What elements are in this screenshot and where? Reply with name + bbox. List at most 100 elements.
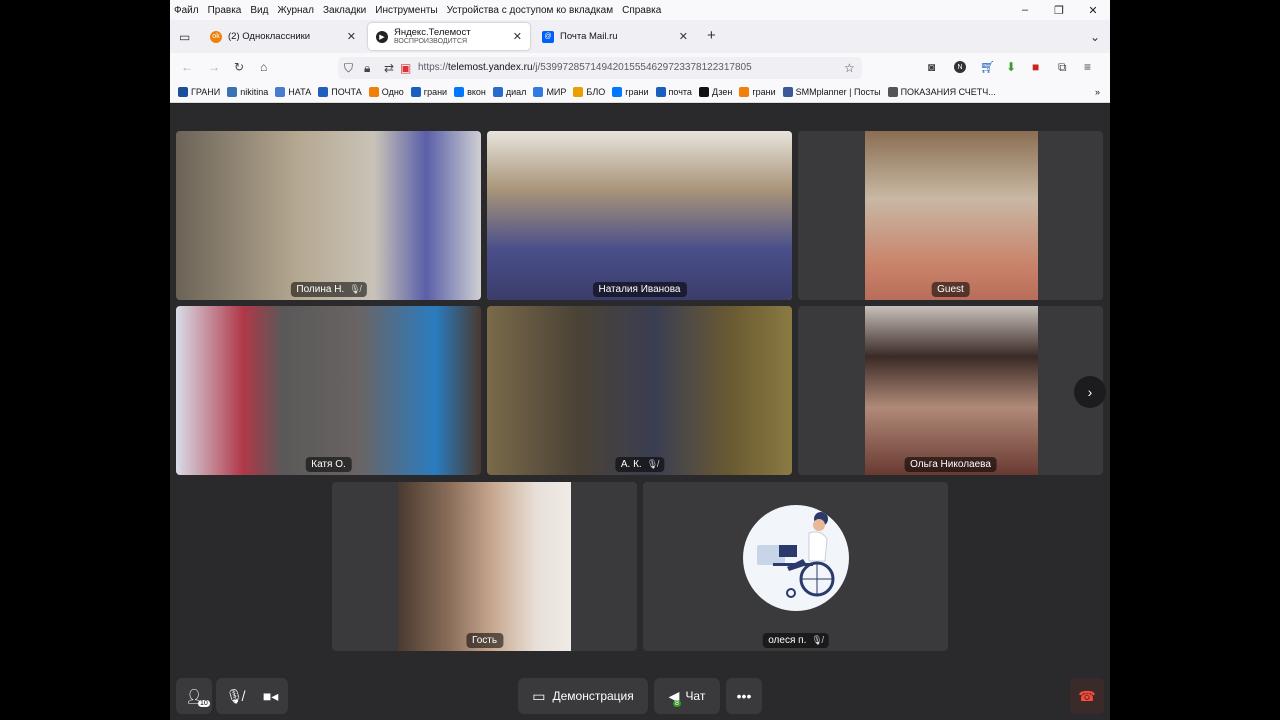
tracking-shield-icon[interactable]: ⛉	[344, 61, 353, 76]
participant-name-chip: Наталия Иванова	[592, 282, 687, 297]
bookmark-favicon-icon	[612, 87, 623, 97]
bookmark-item[interactable]: nikitina	[227, 87, 268, 97]
forward-icon[interactable]: →	[208, 60, 220, 74]
tab-telemost[interactable]: ▶ Яндекс.Телемост ВОСПРОИЗВОДИТСЯ ✕	[368, 23, 530, 50]
url-bar[interactable]: ⛉ 🔒︎ ⇄ ▣ https://telemost.yandex.ru/j/53…	[338, 57, 862, 79]
bookmark-item[interactable]: НАТА	[275, 87, 311, 97]
bookmark-favicon-icon	[739, 87, 750, 97]
bookmark-item[interactable]: ГРАНИ	[178, 87, 220, 97]
extensions-icon[interactable]: ⧉	[1058, 60, 1067, 75]
mic-off-icon: 🎙︎̸	[646, 459, 659, 469]
participant-tile[interactable]: Гость	[332, 482, 637, 651]
screen-share-label: Демонстрация	[552, 689, 634, 703]
bookmark-item[interactable]: диал	[492, 87, 526, 97]
camera-permission-icon[interactable]: ▣	[400, 61, 411, 75]
participant-name-chip: Гость	[465, 633, 504, 648]
bookmark-favicon-icon	[178, 87, 188, 97]
home-icon[interactable]: ⌂	[260, 60, 267, 74]
close-tab-icon[interactable]: ✕	[513, 30, 522, 43]
next-page-button[interactable]: ›	[1074, 376, 1106, 408]
participants-count-badge: 10	[198, 700, 210, 707]
bookmark-label: ПОКАЗАНИЯ СЧЕТЧ...	[900, 87, 996, 97]
bookmark-item[interactable]: ПОКАЗАНИЯ СЧЕТЧ...	[887, 87, 996, 97]
bookmark-item[interactable]: грани	[612, 87, 649, 97]
menu-bookmarks[interactable]: Закладки	[319, 5, 371, 16]
restore-button[interactable]: ❐	[1042, 0, 1076, 20]
bookmark-favicon-icon	[887, 87, 898, 97]
back-icon[interactable]: ←	[181, 60, 193, 74]
chat-label: Чат	[685, 689, 706, 703]
menu-view[interactable]: Вид	[246, 5, 273, 16]
participant-tile[interactable]: А. К. 🎙︎̸	[487, 306, 792, 475]
list-tabs-icon[interactable]: ⌄	[1090, 30, 1100, 44]
download-helper-icon[interactable]: ⬇	[1006, 60, 1016, 74]
participant-tile[interactable]: олеся п. 🎙︎̸	[643, 482, 948, 651]
extension-n-icon[interactable]: N	[954, 61, 966, 73]
bookmark-favicon-icon	[318, 87, 329, 97]
bookmark-item[interactable]: SMMplanner | Посты	[782, 87, 881, 97]
mail-icon: @	[542, 30, 554, 43]
bookmark-star-icon[interactable]: ☆	[844, 61, 855, 75]
chat-button[interactable]: ◀ 8 Чат	[654, 678, 720, 714]
bookmark-item[interactable]: почта	[655, 87, 692, 97]
menu-hamburger-icon[interactable]: ≡	[1084, 60, 1091, 74]
participant-tile-speaking[interactable]: Наталия Иванова	[487, 131, 792, 300]
menu-tools[interactable]: Инструменты	[371, 5, 442, 16]
menu-file[interactable]: Файл	[170, 5, 204, 16]
menu-history[interactable]: Журнал	[273, 5, 319, 16]
tab-playing-status: ВОСПРОИЗВОДИТСЯ	[394, 38, 468, 45]
menu-help[interactable]: Справка	[618, 5, 666, 16]
menu-edit[interactable]: Правка	[204, 5, 247, 16]
bookmark-label: грани	[423, 87, 448, 97]
participant-name-chip: олеся п. 🎙︎̸	[762, 633, 829, 648]
bookmarks-overflow-icon[interactable]: »	[1095, 87, 1100, 97]
media-controls: 🎙︎̸ ■◂	[216, 678, 288, 714]
close-tab-icon[interactable]: ✕	[679, 30, 688, 43]
bookmark-item[interactable]: грани	[410, 87, 448, 97]
window-controls: – ❐ ✕	[1008, 0, 1110, 20]
participants-button[interactable]: 👤︎ 10	[176, 678, 212, 714]
close-tab-icon[interactable]: ✕	[347, 30, 356, 43]
screen-share-button[interactable]: ▭ Демонстрация	[518, 678, 648, 714]
participant-name-chip: Guest	[931, 282, 970, 297]
permissions-icon[interactable]: ⇄	[384, 61, 394, 75]
bookmark-item[interactable]: вкон	[454, 87, 486, 97]
bookmark-label: МИР	[546, 87, 567, 97]
close-window-button[interactable]: ✕	[1076, 0, 1110, 20]
bookmark-label: НАТА	[288, 87, 312, 97]
participant-tile[interactable]: Полина Н. 🎙︎̸	[176, 131, 481, 300]
mic-muted-icon[interactable]: 🎙︎̸	[226, 688, 244, 705]
participant-tile[interactable]: Катя О.	[176, 306, 481, 475]
bookmark-item[interactable]: ПОЧТА	[318, 87, 362, 97]
tab-mail[interactable]: @ Почта Mail.ru ✕	[534, 23, 696, 50]
reload-icon[interactable]: ↻	[234, 60, 244, 74]
bookmark-item[interactable]: МИР	[533, 87, 566, 97]
leave-call-button[interactable]: ☎	[1070, 678, 1104, 714]
cart-icon[interactable]: 🛒︎	[980, 60, 995, 74]
bookmark-item[interactable]: грани	[739, 87, 776, 97]
tab-odnoklassniki[interactable]: ok (2) Одноклассники ✕	[202, 23, 364, 50]
new-tab-icon[interactable]: +	[707, 27, 716, 44]
tab-overview-icon[interactable]: ▭	[179, 30, 190, 44]
bookmark-favicon-icon	[368, 87, 379, 97]
bookmark-favicon-icon	[454, 87, 465, 97]
extension-red-icon[interactable]: ■	[1032, 60, 1039, 74]
bookmark-item[interactable]: БЛО	[573, 87, 605, 97]
participant-video	[865, 131, 1038, 300]
camera-icon[interactable]: ■◂	[263, 688, 278, 705]
participant-name-chip: Катя О.	[305, 457, 352, 472]
bookmark-item[interactable]: Дзен	[698, 87, 732, 97]
menu-bar: Файл Правка Вид Журнал Закладки Инструме…	[170, 0, 1110, 20]
participant-name-chip: А. К. 🎙︎̸	[614, 457, 665, 472]
participant-video	[398, 482, 571, 651]
menu-synced-tabs[interactable]: Устройства с доступом ко вкладкам	[443, 5, 618, 16]
pocket-icon[interactable]: ◙	[928, 60, 935, 74]
participant-tile[interactable]: Ольга Николаева	[798, 306, 1103, 475]
bookmark-item[interactable]: Одно	[368, 87, 404, 97]
more-button[interactable]: •••	[726, 678, 762, 714]
bookmark-label: SMMplanner | Посты	[795, 87, 881, 97]
participant-tile[interactable]: Guest	[798, 131, 1103, 300]
minimize-button[interactable]: –	[1008, 0, 1042, 20]
lock-icon[interactable]: 🔒︎	[364, 61, 370, 76]
bookmark-label: почта	[668, 87, 692, 97]
